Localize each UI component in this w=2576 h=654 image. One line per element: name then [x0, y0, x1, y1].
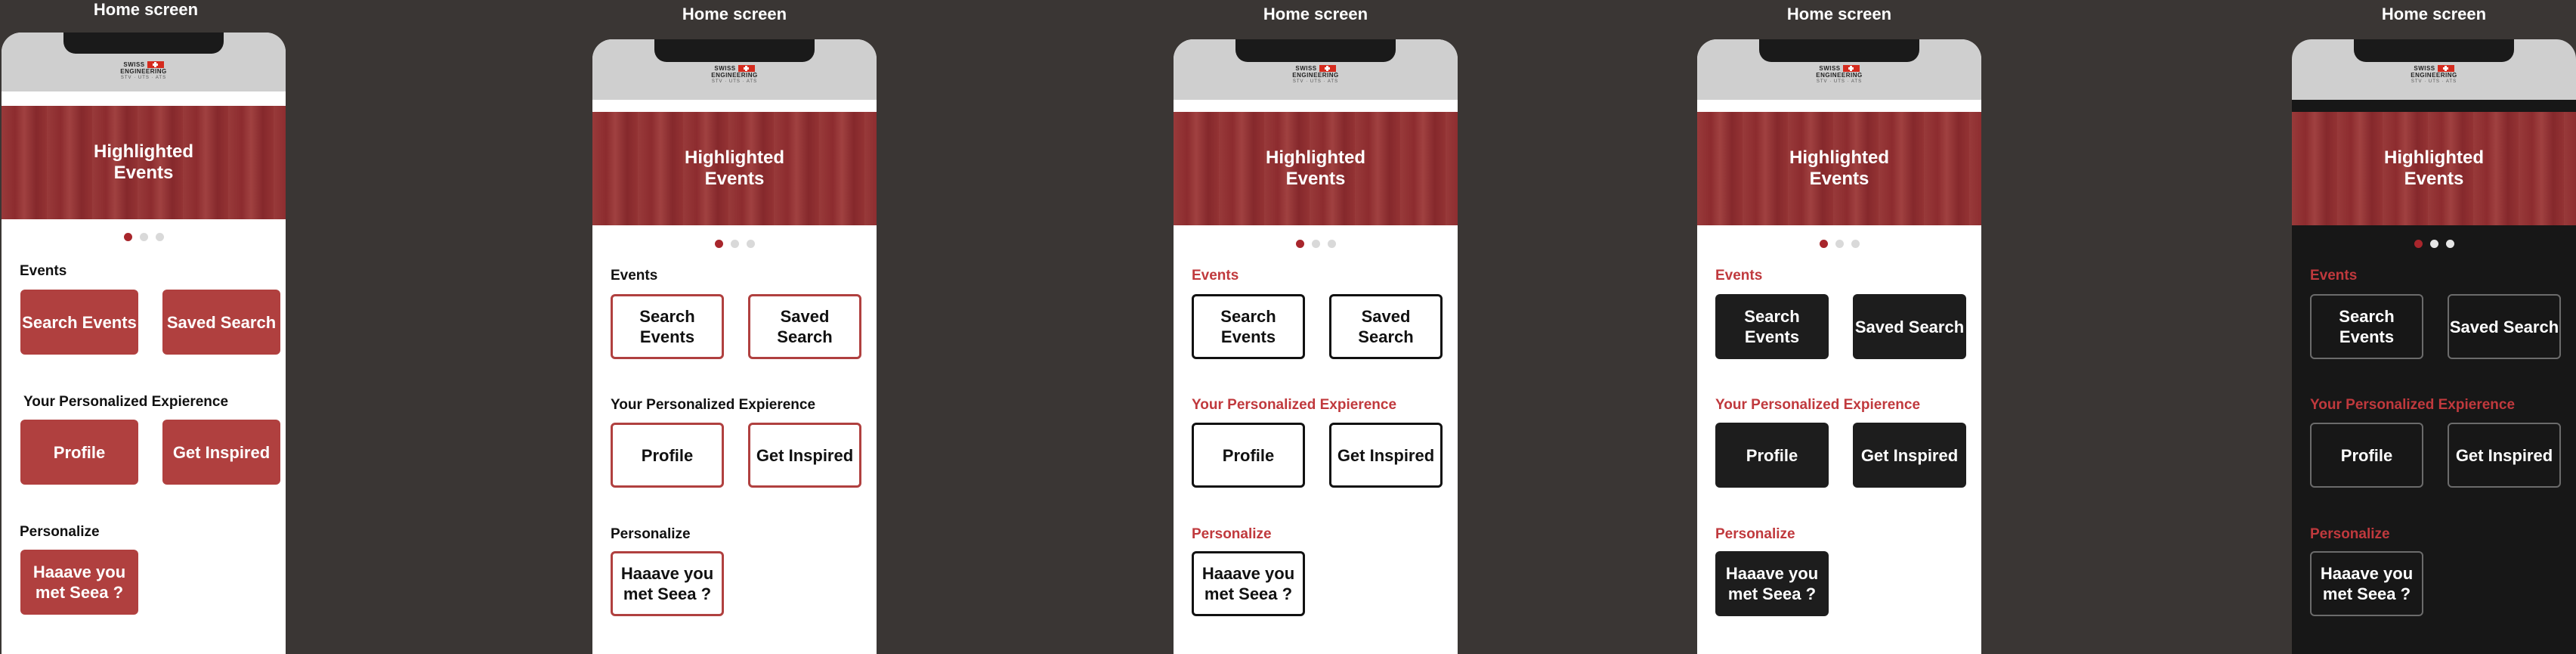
search-events-button[interactable]: Search Events	[20, 290, 138, 355]
saved-search-button[interactable]: Saved Search	[1329, 294, 1443, 359]
section-label-events: Events	[2310, 268, 2358, 284]
section-label-events: Events	[611, 268, 658, 284]
section-label-personalize: Personalize	[1715, 526, 1795, 542]
hero-title: Highlighted Events	[685, 147, 784, 189]
meet-seea-button[interactable]: Haaave you met Seea ?	[2310, 551, 2423, 616]
carousel-dot[interactable]	[2445, 240, 2454, 248]
frame-title: Home screen	[93, 0, 199, 19]
swiss-flag-icon	[147, 61, 164, 68]
section-label-personalized: Your Personalized Expierence	[23, 394, 229, 410]
profile-button[interactable]: Profile	[611, 423, 724, 488]
frame-title: Home screen	[682, 5, 787, 23]
carousel-dot[interactable]	[1819, 240, 1828, 248]
meet-seea-button[interactable]: Haaave you met Seea ?	[20, 550, 138, 615]
saved-search-button[interactable]: Saved Search	[162, 290, 280, 355]
swiss-flag-icon	[2437, 65, 2454, 72]
search-events-button[interactable]: Search Events	[611, 294, 724, 359]
frame-title: Home screen	[1263, 5, 1368, 23]
carousel-indicator	[2, 233, 286, 241]
carousel-dot[interactable]	[730, 240, 739, 248]
section-label-personalized: Your Personalized Expierence	[2310, 397, 2516, 413]
phone-frame-1: SWISS ENGINEERING STV · UTS · ATS Highli…	[2, 33, 286, 654]
hero-title: Highlighted Events	[1266, 147, 1365, 189]
section-label-personalize: Personalize	[20, 524, 100, 540]
carousel-indicator	[592, 240, 877, 248]
profile-button[interactable]: Profile	[20, 420, 138, 485]
phone-frame-5: SWISS ENGINEERING STV · UTS · ATS Highli…	[2292, 39, 2576, 654]
saved-search-button[interactable]: Saved Search	[1853, 294, 1966, 359]
section-label-personalize: Personalize	[1192, 526, 1272, 542]
swiss-engineering-logo: SWISS ENGINEERING STV · UTS · ATS	[1816, 65, 1863, 84]
notch	[1759, 39, 1919, 62]
section-label-personalize: Personalize	[611, 526, 691, 542]
carousel-indicator	[2292, 240, 2576, 248]
section-label-events: Events	[20, 263, 67, 279]
section-label-personalize: Personalize	[2310, 526, 2390, 542]
notch	[63, 33, 224, 54]
profile-button[interactable]: Profile	[1715, 423, 1829, 488]
notch	[2354, 39, 2514, 62]
notch	[654, 39, 815, 62]
get-inspired-button[interactable]: Get Inspired	[2448, 423, 2561, 488]
section-label-personalized: Your Personalized Expierence	[1192, 397, 1397, 413]
swiss-engineering-logo: SWISS ENGINEERING STV · UTS · ATS	[1292, 65, 1339, 84]
phone-frame-3: SWISS ENGINEERING STV · UTS · ATS Highli…	[1174, 39, 1458, 654]
saved-search-button[interactable]: Saved Search	[748, 294, 861, 359]
saved-search-button[interactable]: Saved Search	[2448, 294, 2561, 359]
hero-title: Highlighted Events	[94, 141, 193, 183]
swiss-flag-icon	[1842, 65, 1860, 72]
phone-frame-4: SWISS ENGINEERING STV · UTS · ATS Highli…	[1697, 39, 1981, 654]
frame-title: Home screen	[2381, 5, 2487, 23]
carousel-dot[interactable]	[123, 233, 132, 241]
profile-button[interactable]: Profile	[2310, 423, 2423, 488]
highlighted-events-banner[interactable]: Highlighted Events	[592, 112, 877, 225]
carousel-dot[interactable]	[1835, 240, 1844, 248]
get-inspired-button[interactable]: Get Inspired	[1853, 423, 1966, 488]
frame-title: Home screen	[1786, 5, 1892, 23]
carousel-dot[interactable]	[2414, 240, 2423, 248]
hero-title: Highlighted Events	[1789, 147, 1889, 189]
swiss-flag-icon	[738, 65, 755, 72]
search-events-button[interactable]: Search Events	[1715, 294, 1829, 359]
search-events-button[interactable]: Search Events	[1192, 294, 1305, 359]
meet-seea-button[interactable]: Haaave you met Seea ?	[1192, 551, 1305, 616]
section-label-personalized: Your Personalized Expierence	[1715, 397, 1921, 413]
hero-title: Highlighted Events	[2384, 147, 2484, 189]
carousel-dot[interactable]	[2429, 240, 2438, 248]
section-label-events: Events	[1192, 268, 1239, 284]
carousel-dot[interactable]	[1295, 240, 1304, 248]
carousel-dot[interactable]	[714, 240, 723, 248]
carousel-dot[interactable]	[1851, 240, 1860, 248]
section-label-events: Events	[1715, 268, 1763, 284]
search-events-button[interactable]: Search Events	[2310, 294, 2423, 359]
profile-button[interactable]: Profile	[1192, 423, 1305, 488]
highlighted-events-banner[interactable]: Highlighted Events	[2, 106, 286, 219]
carousel-dot[interactable]	[1311, 240, 1320, 248]
phone-frame-2: SWISS ENGINEERING STV · UTS · ATS Highli…	[592, 39, 877, 654]
carousel-indicator	[1697, 240, 1981, 248]
get-inspired-button[interactable]: Get Inspired	[748, 423, 861, 488]
carousel-dot[interactable]	[1327, 240, 1336, 248]
meet-seea-button[interactable]: Haaave you met Seea ?	[1715, 551, 1829, 616]
swiss-engineering-logo: SWISS ENGINEERING STV · UTS · ATS	[2411, 65, 2457, 84]
swiss-engineering-logo: SWISS ENGINEERING STV · UTS · ATS	[120, 61, 167, 80]
get-inspired-button[interactable]: Get Inspired	[162, 420, 280, 485]
swiss-engineering-logo: SWISS ENGINEERING STV · UTS · ATS	[711, 65, 758, 84]
highlighted-events-banner[interactable]: Highlighted Events	[1697, 112, 1981, 225]
swiss-flag-icon	[1319, 65, 1336, 72]
section-label-personalized: Your Personalized Expierence	[611, 397, 816, 413]
meet-seea-button[interactable]: Haaave you met Seea ?	[611, 551, 724, 616]
highlighted-events-banner[interactable]: Highlighted Events	[2292, 112, 2576, 225]
notch	[1235, 39, 1396, 62]
carousel-dot[interactable]	[155, 233, 164, 241]
highlighted-events-banner[interactable]: Highlighted Events	[1174, 112, 1458, 225]
get-inspired-button[interactable]: Get Inspired	[1329, 423, 1443, 488]
carousel-dot[interactable]	[139, 233, 148, 241]
carousel-dot[interactable]	[746, 240, 755, 248]
carousel-indicator	[1174, 240, 1458, 248]
